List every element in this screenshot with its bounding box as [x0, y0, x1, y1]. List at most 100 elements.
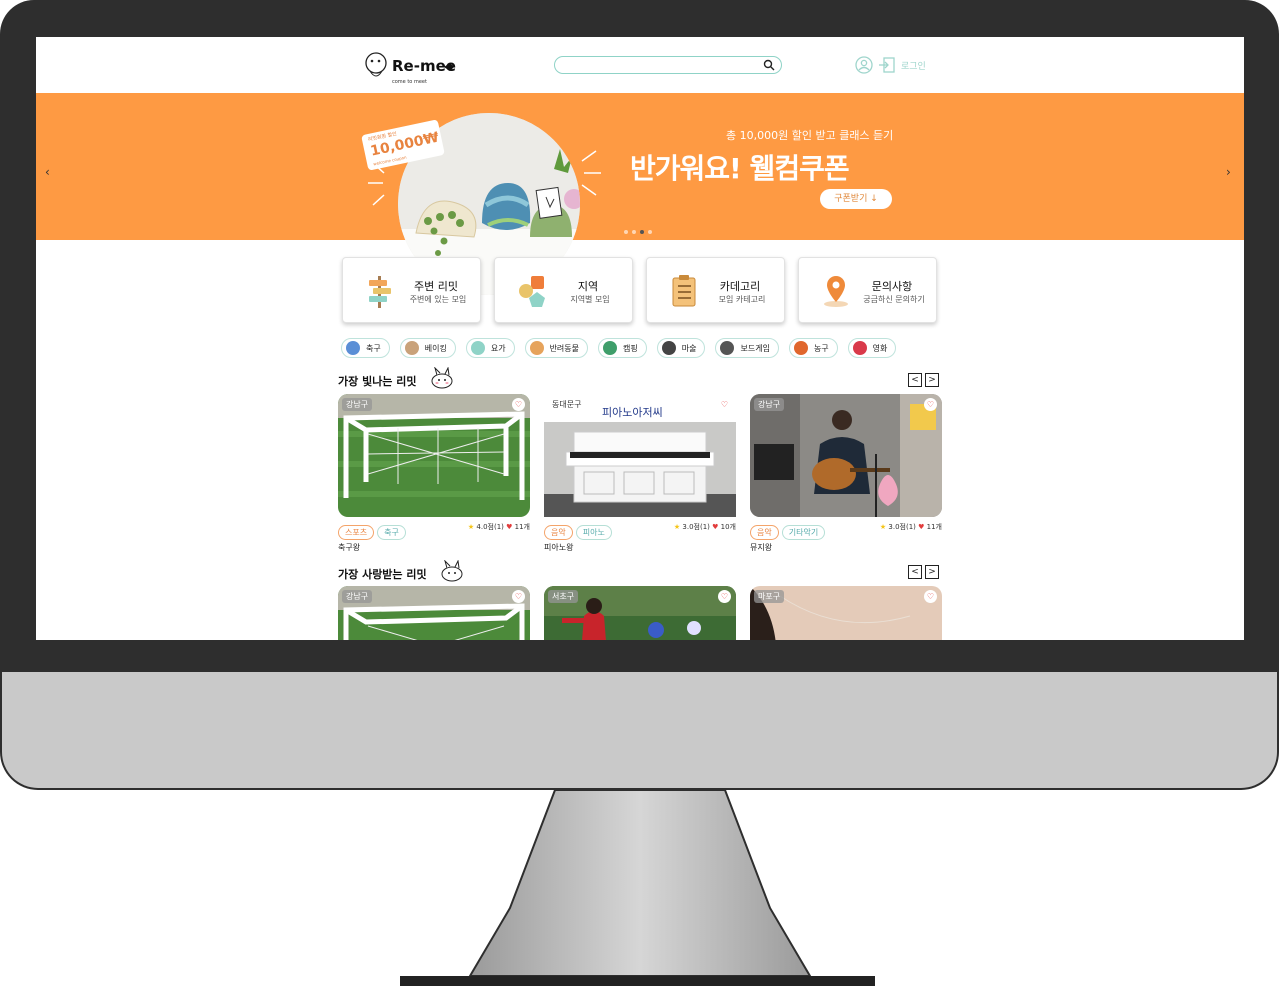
search-bar[interactable]: [554, 56, 782, 77]
login-icon[interactable]: [879, 56, 895, 74]
heart-icon[interactable]: ♡: [924, 398, 937, 411]
get-coupon-button[interactable]: 구폰받기 ↓: [820, 189, 892, 209]
promo-banner: ‹ › 리밋회원 할인 10,000₩ welcome coupon 총 10,…: [36, 93, 1244, 295]
banner-next-arrow[interactable]: ›: [1226, 165, 1231, 179]
section2-next-button[interactable]: >: [925, 565, 939, 579]
category-icon: [346, 341, 360, 355]
category-chip-label: 보드게임: [740, 343, 770, 353]
banner-prev-arrow[interactable]: ‹: [45, 165, 50, 179]
star-icon: ★: [673, 523, 681, 531]
quick-menu-title: 지역: [577, 280, 599, 293]
quick-menu-nearby[interactable]: 주변 리밋 주변에 있는 모임: [342, 257, 481, 323]
heart-filled-icon: ♥: [506, 523, 513, 531]
category-chip-label: 영화: [872, 343, 888, 353]
banner-pagination[interactable]: [624, 230, 652, 234]
heart-filled-icon: ♥: [918, 523, 925, 531]
card-image[interactable]: 서초구 ♡: [544, 586, 736, 640]
category-chip[interactable]: 축구: [341, 338, 390, 358]
card-image[interactable]: 강남구 ♡: [338, 394, 530, 517]
banner-dot[interactable]: [632, 230, 636, 234]
quick-menu-inquiry[interactable]: 문의사항 궁금하신 문의하기: [798, 257, 937, 323]
card-image[interactable]: 강남구 ♡: [338, 586, 530, 640]
signpost-icon: [369, 276, 391, 308]
quick-menu-region[interactable]: 지역 지역별 모임: [494, 257, 633, 323]
category-icon: [793, 341, 808, 355]
meet-card[interactable]: 피아노아저씨 동대문구 ♡ 음악 피아노 ★ 3.0점(1) ♥ 10개 피아노왕: [544, 394, 736, 553]
card-region: 동대문구: [552, 400, 582, 409]
category-chip[interactable]: 보드게임: [715, 338, 779, 358]
banner-dot[interactable]: [648, 230, 652, 234]
bunny-icon: [431, 367, 453, 389]
checklist-icon: [672, 275, 696, 307]
category-chip-label: 축구: [366, 343, 381, 353]
meet-card[interactable]: 강남구 ♡ 스포츠 축구 ★ 4.0점(1) ♥ 11개 축구왕: [338, 394, 530, 553]
category-chip[interactable]: 요가: [465, 338, 515, 358]
section1-next-button[interactable]: >: [925, 373, 939, 387]
quick-menu-subtitle: 궁금하신 문의하기: [863, 295, 925, 304]
category-chip-label: 농구: [813, 343, 829, 353]
category-icon: [404, 341, 419, 355]
card-image[interactable]: 피아노아저씨 동대문구 ♡: [544, 394, 736, 517]
quick-menu-category[interactable]: 카데고리 모임 카테고리: [646, 257, 785, 323]
login-link[interactable]: 로그인: [901, 59, 926, 72]
card-rating: ★ 3.0점(1) ♥ 10개: [673, 523, 736, 531]
category-chip[interactable]: 베이킹: [399, 338, 456, 358]
card-tag: 피아노: [575, 525, 612, 540]
meet-card[interactable]: 서초구 ♡: [544, 586, 736, 640]
heart-filled-icon: ♥: [712, 523, 719, 531]
piano-sign: 피아노아저씨: [602, 406, 663, 419]
card-meta: 음악 피아노 ★ 3.0점(1) ♥ 10개: [544, 520, 736, 540]
card-image[interactable]: 마포구 ♡: [750, 586, 942, 640]
user-icon[interactable]: [855, 56, 873, 74]
heart-icon[interactable]: ♡: [718, 398, 731, 411]
banner-dot-active[interactable]: [640, 230, 644, 234]
heart-icon[interactable]: ♡: [512, 398, 525, 411]
meet-card[interactable]: 마포구 ♡: [750, 586, 942, 640]
card-region: 서초구: [548, 590, 579, 603]
quick-menu-title: 카데고리: [719, 280, 761, 293]
category-icon: [470, 341, 485, 355]
star-icon: ★: [879, 523, 887, 531]
card-meta: 음악 기타악기 ★ 3.0점(1) ♥ 11개: [750, 520, 942, 540]
category-chip[interactable]: 영화: [847, 338, 897, 358]
category-icon: [529, 341, 544, 355]
shapes-icon: [519, 276, 545, 307]
card-tag: 기타악기: [781, 525, 826, 540]
section-title-shining: 가장 빛나는 리밋: [338, 375, 417, 388]
card-meta: 스포츠 축구 ★ 4.0점(1) ♥ 11개: [338, 520, 530, 540]
heart-icon[interactable]: ♡: [718, 590, 731, 603]
category-icon: [603, 341, 618, 355]
banner-dot[interactable]: [624, 230, 628, 234]
category-chip[interactable]: 마술: [656, 338, 706, 358]
monitor-stand: [400, 789, 875, 986]
category-chip[interactable]: 반려동물: [524, 338, 589, 358]
category-icon: [661, 341, 676, 355]
card-region: 강남구: [342, 590, 373, 603]
category-chip[interactable]: 캠핑: [598, 338, 647, 358]
heart-icon[interactable]: ♡: [512, 590, 525, 603]
card-image[interactable]: 강남구 ♡: [750, 394, 942, 517]
search-icon[interactable]: [763, 59, 775, 71]
bunny-icon: [441, 560, 463, 582]
card-rating: ★ 4.0점(1) ♥ 11개: [467, 523, 530, 531]
card-region: 마포구: [754, 590, 785, 603]
category-chips: 축구 베이킹 요가 반려동물 캠핑 마술 보드게임 농구 영화: [341, 338, 897, 358]
category-chip-label: 마술: [681, 343, 697, 353]
category-chip[interactable]: 농구: [788, 338, 838, 358]
category-chip-label: 캠핑: [623, 343, 638, 353]
quick-menu-subtitle: 지역별 모임: [570, 295, 610, 304]
section1-arrows: < >: [908, 373, 939, 387]
map-pin-icon: [824, 276, 848, 307]
section2-prev-button[interactable]: <: [908, 565, 922, 579]
meet-card[interactable]: 강남구 ♡: [338, 586, 530, 640]
banner-subtitle: 총 10,000원 할인 받고 클래스 듣기: [726, 129, 894, 142]
category-chip-label: 베이킹: [424, 343, 447, 353]
card-name: 축구왕: [338, 543, 361, 552]
section1-prev-button[interactable]: <: [908, 373, 922, 387]
meet-card[interactable]: 강남구 ♡ 음악 기타악기 ★ 3.0점(1) ♥ 11개 뮤지왕: [750, 394, 942, 553]
search-input[interactable]: [561, 62, 761, 77]
re-meet-logo[interactable]: Re-meet come to meet: [362, 41, 456, 89]
heart-icon[interactable]: ♡: [924, 590, 937, 603]
card-name: 뮤지왕: [750, 543, 773, 552]
desktop-mockup: Re-meet come to meet 로그인 ‹ › 리밋회원 할인 10,…: [0, 0, 1279, 998]
